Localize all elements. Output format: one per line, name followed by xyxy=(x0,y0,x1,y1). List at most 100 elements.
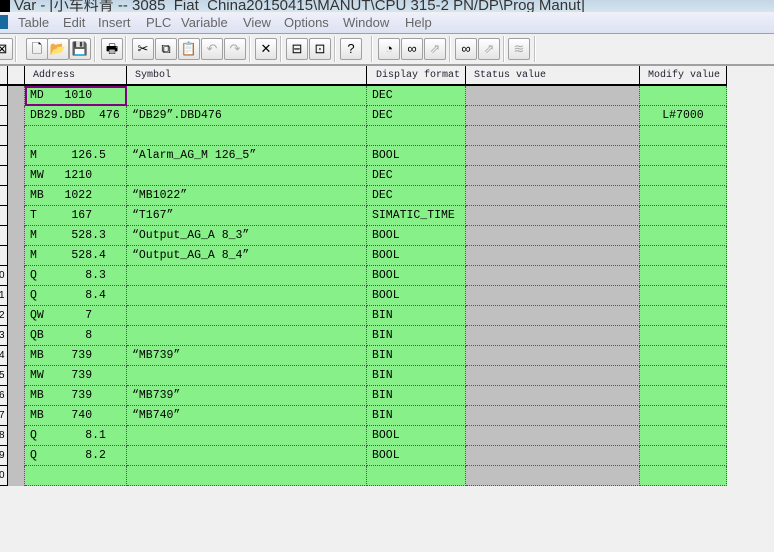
column-header-symbol[interactable]: Symbol xyxy=(127,66,367,86)
symbol-cell[interactable] xyxy=(127,166,367,186)
modify-value-cell[interactable] xyxy=(640,226,727,246)
row-number[interactable] xyxy=(0,146,8,166)
symbol-cell[interactable] xyxy=(127,466,367,486)
row-number[interactable]: 0 xyxy=(0,266,8,286)
table-row[interactable]: 0 xyxy=(0,466,727,486)
row-marker[interactable] xyxy=(8,186,25,206)
modify-value-cell[interactable]: L#7000 xyxy=(640,106,727,126)
modify-value-cell[interactable] xyxy=(640,346,727,366)
address-cell[interactable]: QB 8 xyxy=(25,326,127,346)
modify-value-cell[interactable] xyxy=(640,146,727,166)
paste-button[interactable]: 📋 xyxy=(178,38,200,60)
table-row[interactable]: 1 Q 8.4 BOOL xyxy=(0,286,727,306)
menu-window[interactable]: Window xyxy=(343,15,389,30)
row-number[interactable] xyxy=(0,226,8,246)
table-row[interactable]: 5 MW 739 BIN xyxy=(0,366,727,386)
row-number[interactable]: 1 xyxy=(0,286,8,306)
display-format-cell[interactable]: SIMATIC_TIME xyxy=(367,206,466,226)
modify-value-cell[interactable] xyxy=(640,366,727,386)
address-cell[interactable]: Q 8.4 xyxy=(25,286,127,306)
table-row[interactable]: M 528.3 “Output_AG_A 8_3” BOOL xyxy=(0,226,727,246)
display-format-cell[interactable]: DEC xyxy=(367,186,466,206)
document-icon[interactable] xyxy=(0,15,8,29)
row-number[interactable] xyxy=(0,106,8,126)
row-number[interactable]: 4 xyxy=(0,346,8,366)
symbol-cell[interactable] xyxy=(127,426,367,446)
symbol-cell[interactable]: “T167” xyxy=(127,206,367,226)
display-format-cell[interactable]: BIN xyxy=(367,346,466,366)
symbol-cell[interactable] xyxy=(127,126,367,146)
symbol-cell[interactable]: “MB739” xyxy=(127,346,367,366)
modify-once-button[interactable]: ⇗ xyxy=(478,38,500,60)
symbol-cell[interactable]: “Alarm_AG_M 126_5” xyxy=(127,146,367,166)
menu-insert[interactable]: Insert xyxy=(98,15,131,30)
row-marker[interactable] xyxy=(8,166,25,186)
address-cell[interactable]: Q 8.1 xyxy=(25,426,127,446)
display-format-cell[interactable]: BIN xyxy=(367,366,466,386)
accessible-nodes-button[interactable]: ⊟ xyxy=(286,38,308,60)
address-cell[interactable]: DB29.DBD 476 xyxy=(25,106,127,126)
save-button[interactable]: 💾 xyxy=(69,38,91,60)
delete-button[interactable]: ✕ xyxy=(255,38,277,60)
table-row[interactable]: 7 MB 740“MB740”BIN xyxy=(0,406,727,426)
row-marker[interactable] xyxy=(8,466,25,486)
menu-variable[interactable]: Variable xyxy=(181,15,228,30)
column-header-address[interactable]: Address xyxy=(25,66,127,86)
row-number[interactable]: 2 xyxy=(0,306,8,326)
address-cell[interactable]: T 167 xyxy=(25,206,127,226)
address-cell[interactable]: MB 739 xyxy=(25,386,127,406)
table-row[interactable]: T 167 “T167” SIMATIC_TIME xyxy=(0,206,727,226)
print-button[interactable]: 🖶 xyxy=(101,38,123,60)
display-format-cell[interactable]: BOOL xyxy=(367,286,466,306)
row-marker[interactable] xyxy=(8,106,25,126)
display-format-cell[interactable]: BOOL xyxy=(367,426,466,446)
address-cell[interactable]: MB 1022 xyxy=(25,186,127,206)
row-number[interactable]: 8 xyxy=(0,426,8,446)
window-button[interactable]: ⊠ xyxy=(0,38,13,60)
help-button[interactable]: ? xyxy=(340,38,362,60)
display-format-cell[interactable]: BIN xyxy=(367,386,466,406)
table-row[interactable]: MW 1210 DEC xyxy=(0,166,727,186)
address-cell[interactable]: QW 7 xyxy=(25,306,127,326)
display-format-cell[interactable]: BIN xyxy=(367,306,466,326)
modify-button[interactable]: ⇗ xyxy=(424,38,446,60)
symbol-cell[interactable]: “MB740” xyxy=(127,406,367,426)
row-number[interactable] xyxy=(0,186,8,206)
row-marker[interactable] xyxy=(8,346,25,366)
menu-plc[interactable]: PLC xyxy=(146,15,171,30)
modify-value-cell[interactable] xyxy=(640,186,727,206)
symbol-cell[interactable] xyxy=(127,286,367,306)
row-number[interactable]: 6 xyxy=(0,386,8,406)
display-format-cell[interactable]: DEC xyxy=(367,106,466,126)
table-row[interactable] xyxy=(0,126,727,146)
row-number[interactable]: 9 xyxy=(0,446,8,466)
menu-table[interactable]: Table xyxy=(18,15,49,30)
modify-value-cell[interactable] xyxy=(640,266,727,286)
row-marker[interactable] xyxy=(8,306,25,326)
modify-value-cell[interactable] xyxy=(640,86,727,106)
modify-value-cell[interactable] xyxy=(640,466,727,486)
display-format-cell[interactable] xyxy=(367,466,466,486)
display-format-cell[interactable] xyxy=(367,126,466,146)
monitor-once-button[interactable]: ∞ xyxy=(455,38,477,60)
column-header-status-value[interactable]: Status value xyxy=(466,66,640,86)
symbol-cell[interactable]: “MB1022” xyxy=(127,186,367,206)
row-number[interactable]: 5 xyxy=(0,366,8,386)
new-button[interactable]: 🗋 xyxy=(26,38,48,60)
display-format-cell[interactable]: BIN xyxy=(367,406,466,426)
row-marker[interactable] xyxy=(8,266,25,286)
symbol-cell[interactable] xyxy=(127,86,367,106)
copy-button[interactable]: ⧉ xyxy=(155,38,177,60)
table-row[interactable]: 6 MB 739“MB739”BIN xyxy=(0,386,727,406)
display-format-cell[interactable]: BOOL xyxy=(367,226,466,246)
row-number[interactable] xyxy=(0,246,8,266)
monitor-button[interactable]: ∞ xyxy=(401,38,423,60)
modify-value-cell[interactable] xyxy=(640,406,727,426)
address-cell[interactable]: MB 739 xyxy=(25,346,127,366)
online-button[interactable]: ⊡ xyxy=(309,38,331,60)
menu-options[interactable]: Options xyxy=(284,15,329,30)
trigger-button[interactable]: ◔ xyxy=(378,38,400,60)
address-cell[interactable]: Q 8.2 xyxy=(25,446,127,466)
row-number[interactable] xyxy=(0,126,8,146)
address-cell[interactable] xyxy=(25,466,127,486)
